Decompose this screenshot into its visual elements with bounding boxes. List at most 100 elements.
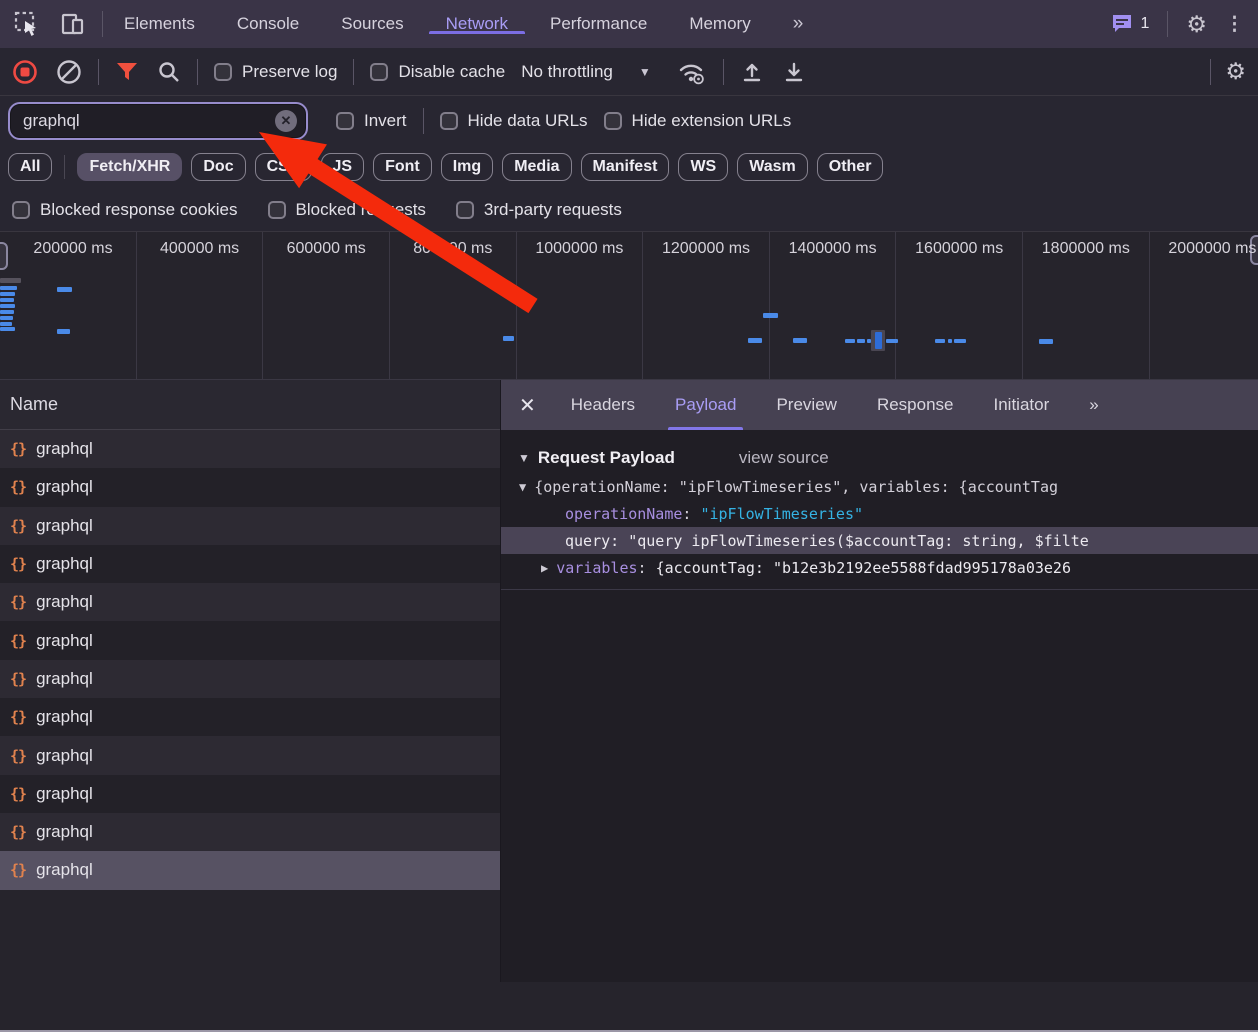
view-source-link[interactable]: view source xyxy=(739,448,829,468)
chip-fetch-xhr[interactable]: Fetch/XHR xyxy=(77,153,182,181)
chip-manifest[interactable]: Manifest xyxy=(581,153,670,181)
more-tabs-button[interactable]: » xyxy=(772,0,823,48)
kebab-menu-icon[interactable]: ⋮ xyxy=(1225,13,1244,36)
filter-input[interactable] xyxy=(23,111,275,131)
timeline-gridline xyxy=(1149,232,1150,379)
timeline-request-bar xyxy=(0,304,15,308)
filter-icon[interactable] xyxy=(115,60,139,84)
chip-media[interactable]: Media xyxy=(502,153,571,181)
request-row[interactable]: {}graphql xyxy=(0,851,500,889)
request-row[interactable]: {}graphql xyxy=(0,621,500,659)
timeline-gridline xyxy=(1022,232,1023,379)
request-row[interactable]: {}graphql xyxy=(0,545,500,583)
json-braces-icon: {} xyxy=(10,823,26,841)
network-overview-timeline[interactable]: 200000 ms400000 ms600000 ms800000 ms1000… xyxy=(0,232,1258,380)
chip-ws[interactable]: WS xyxy=(678,153,728,181)
tab-elements[interactable]: Elements xyxy=(103,14,216,34)
request-row[interactable]: {}graphql xyxy=(0,775,500,813)
settings-gear-icon[interactable]: ⚙ xyxy=(1186,11,1207,38)
chip-other[interactable]: Other xyxy=(817,153,884,181)
collapse-triangle-icon[interactable]: ▼ xyxy=(519,480,526,494)
inspect-element-icon[interactable] xyxy=(14,11,40,37)
payload-preview-line[interactable]: ▼ {operationName: "ipFlowTimeseries", va… xyxy=(501,473,1258,500)
hide-data-urls-checkbox[interactable]: Hide data URLs xyxy=(440,111,588,131)
more-detail-tabs-button[interactable]: » xyxy=(1072,380,1113,430)
tab-sources[interactable]: Sources xyxy=(320,14,424,34)
request-name: graphql xyxy=(36,707,93,727)
timeline-tick-label: 800000 ms xyxy=(413,240,492,258)
third-party-requests-label: 3rd-party requests xyxy=(484,200,622,220)
request-row[interactable]: {}graphql xyxy=(0,813,500,851)
tab-headers[interactable]: Headers xyxy=(554,380,652,430)
checkbox[interactable] xyxy=(268,201,286,219)
checkbox[interactable] xyxy=(336,112,354,130)
network-conditions-icon[interactable] xyxy=(677,59,707,85)
chip-doc[interactable]: Doc xyxy=(191,153,245,181)
preserve-log-checkbox[interactable]: Preserve log xyxy=(214,62,337,82)
request-row[interactable]: {}graphql xyxy=(0,660,500,698)
tab-payload[interactable]: Payload xyxy=(658,380,753,430)
tab-performance[interactable]: Performance xyxy=(529,14,668,34)
throttling-dropdown[interactable]: No throttling ▼ xyxy=(521,62,651,82)
chip-js[interactable]: JS xyxy=(321,153,365,181)
tab-response[interactable]: Response xyxy=(860,380,971,430)
filter-input-wrap[interactable]: ✕ xyxy=(10,104,306,138)
timeline-request-bar xyxy=(57,329,70,334)
timeline-gridline xyxy=(769,232,770,379)
clear-network-log-button[interactable] xyxy=(56,59,82,85)
request-name: graphql xyxy=(36,669,93,689)
clear-filter-icon[interactable]: ✕ xyxy=(275,110,297,132)
json-braces-icon: {} xyxy=(10,478,26,496)
tab-console[interactable]: Console xyxy=(216,14,320,34)
checkbox[interactable] xyxy=(12,201,30,219)
timeline-request-bar xyxy=(1039,339,1053,344)
chip-font[interactable]: Font xyxy=(373,153,432,181)
chip-wasm[interactable]: Wasm xyxy=(737,153,808,181)
blocked-response-cookies-checkbox[interactable]: Blocked response cookies xyxy=(12,200,238,220)
blocked-requests-checkbox[interactable]: Blocked requests xyxy=(268,200,426,220)
expand-triangle-icon[interactable]: ▶ xyxy=(541,561,548,575)
overview-left-handle[interactable] xyxy=(0,242,8,270)
request-row[interactable]: {}graphql xyxy=(0,583,500,621)
record-network-log-button[interactable] xyxy=(12,59,38,85)
tab-initiator[interactable]: Initiator xyxy=(977,380,1067,430)
chip-all[interactable]: All xyxy=(8,153,52,181)
request-row[interactable]: {}graphql xyxy=(0,430,500,468)
third-party-requests-checkbox[interactable]: 3rd-party requests xyxy=(456,200,622,220)
request-row[interactable]: {}graphql xyxy=(0,468,500,506)
search-icon[interactable] xyxy=(157,60,181,84)
payload-panel: ▼ Request Payload view source ▼ {operati… xyxy=(501,430,1258,590)
collapse-triangle-icon[interactable]: ▼ xyxy=(518,451,530,465)
checkbox[interactable] xyxy=(604,112,622,130)
name-column-header[interactable]: Name xyxy=(0,380,500,430)
disable-cache-checkbox[interactable]: Disable cache xyxy=(370,62,505,82)
tab-memory[interactable]: Memory xyxy=(668,14,771,34)
timeline-request-bar xyxy=(0,322,12,326)
payload-line[interactable]: ▶variables: {accountTag: "b12e3b2192ee55… xyxy=(501,554,1258,581)
request-row[interactable]: {}graphql xyxy=(0,698,500,736)
chip-css[interactable]: CSS xyxy=(255,153,312,181)
import-har-icon[interactable] xyxy=(740,60,764,84)
tab-preview[interactable]: Preview xyxy=(759,380,853,430)
payload-line[interactable]: operationName: "ipFlowTimeseries" xyxy=(501,500,1258,527)
chip-img[interactable]: Img xyxy=(441,153,493,181)
invert-checkbox[interactable]: Invert xyxy=(336,111,407,131)
close-details-icon[interactable]: ✕ xyxy=(515,393,548,418)
checkbox[interactable] xyxy=(456,201,474,219)
export-har-icon[interactable] xyxy=(782,60,806,84)
checkbox[interactable] xyxy=(440,112,458,130)
checkbox[interactable] xyxy=(370,63,388,81)
checkbox[interactable] xyxy=(214,63,232,81)
filter-row: ✕ Invert Hide data URLs Hide extension U… xyxy=(0,96,1258,146)
issues-count[interactable]: 1 xyxy=(1140,15,1149,33)
request-name: graphql xyxy=(36,860,93,880)
issues-message-icon[interactable] xyxy=(1110,12,1134,36)
device-toolbar-icon[interactable] xyxy=(60,11,86,37)
payload-line[interactable]: query: "query ipFlowTimeseries($accountT… xyxy=(501,527,1258,554)
network-settings-gear-icon[interactable]: ⚙ xyxy=(1225,58,1246,85)
hide-extension-urls-checkbox[interactable]: Hide extension URLs xyxy=(604,111,792,131)
tab-network[interactable]: Network xyxy=(425,14,529,34)
request-row[interactable]: {}graphql xyxy=(0,507,500,545)
timeline-tick-label: 1800000 ms xyxy=(1042,240,1130,258)
request-row[interactable]: {}graphql xyxy=(0,736,500,774)
